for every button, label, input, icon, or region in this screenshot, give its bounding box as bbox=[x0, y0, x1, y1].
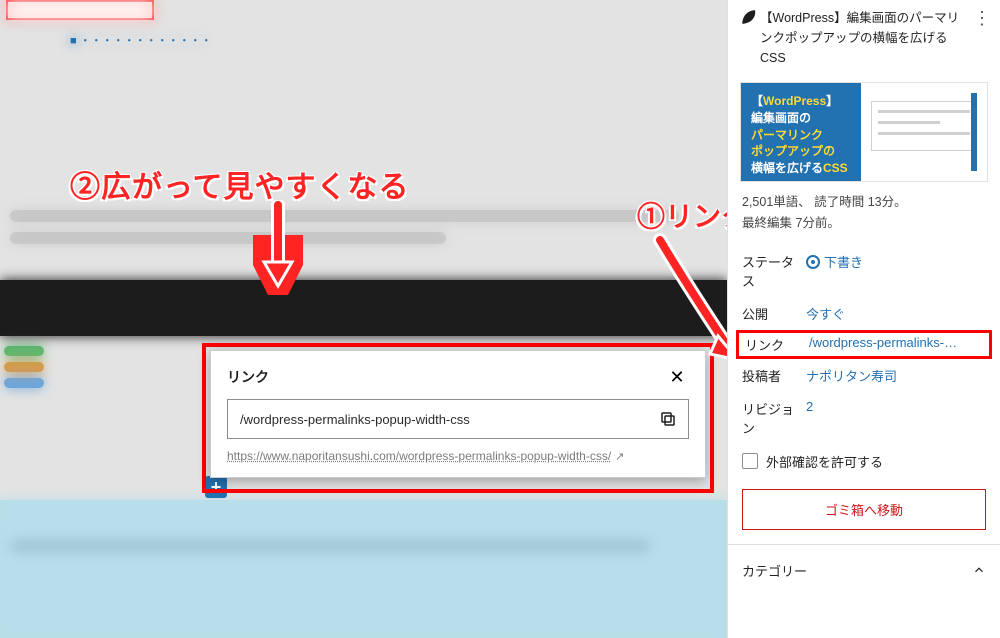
chevron-up-icon bbox=[972, 563, 986, 577]
featured-image-right bbox=[861, 83, 987, 181]
permalink-full-url[interactable]: https://www.naporitansushi.com/wordpress… bbox=[227, 449, 689, 463]
permalink-row-value[interactable]: /wordpress-permalinks-… bbox=[809, 335, 957, 350]
category-panel-toggle[interactable]: カテゴリー bbox=[728, 544, 1000, 596]
post-type-icon bbox=[738, 8, 760, 68]
status-value-text: 下書き bbox=[824, 252, 863, 271]
category-panel-label: カテゴリー bbox=[742, 561, 807, 580]
permalink-input-wrapper[interactable] bbox=[227, 399, 689, 439]
revision-value[interactable]: 2 bbox=[806, 399, 813, 414]
revision-label: リビジョン bbox=[742, 399, 806, 437]
post-title: 【WordPress】編集画面のパーマリンクポップアップの横幅を広げるCSS bbox=[760, 8, 970, 68]
annotation-arrow-2-outline bbox=[248, 200, 308, 300]
publish-value[interactable]: 今すぐ bbox=[806, 307, 845, 322]
copy-icon[interactable] bbox=[656, 407, 680, 431]
thumb-text: WordPress bbox=[763, 94, 826, 108]
status-value[interactable]: 下書き bbox=[806, 252, 863, 271]
thumb-text: 】 bbox=[826, 94, 838, 108]
permalink-popup: リンク ✕ https://www.naporitansushi.com/wor… bbox=[210, 350, 706, 478]
thumb-text: ポップアップの bbox=[751, 144, 835, 158]
external-link-icon: ↗ bbox=[615, 451, 624, 463]
annotation-label-2: ②広がって見やすくなる bbox=[70, 162, 410, 206]
thumb-text: 編集画面の bbox=[751, 111, 811, 125]
featured-image[interactable]: 【WordPress】 編集画面の パーマリンク ポップアップの 横幅を広げるC… bbox=[740, 82, 988, 182]
status-draft-icon bbox=[806, 255, 820, 269]
permalink-input[interactable] bbox=[240, 412, 656, 427]
author-value[interactable]: ナポリタン寿司 bbox=[806, 369, 897, 384]
more-options-icon[interactable]: ⋮ bbox=[970, 8, 994, 68]
permalink-full-url-link[interactable]: https://www.naporitansushi.com/wordpress… bbox=[227, 449, 611, 463]
publish-label: 公開 bbox=[742, 304, 806, 323]
meta-wordcount: 2,501単語、 読了時間 13分。 bbox=[742, 192, 986, 213]
status-label: ステータス bbox=[742, 252, 806, 290]
permalink-popup-title: リンク bbox=[227, 367, 269, 387]
settings-sidebar: 【WordPress】編集画面のパーマリンクポップアップの横幅を広げるCSS ⋮… bbox=[727, 0, 1000, 638]
author-label: 投稿者 bbox=[742, 366, 806, 385]
editor-canvas: ■ ・・・・・・・・・・・・ bbox=[0, 0, 727, 638]
thumb-text: パーマリンク bbox=[751, 128, 823, 142]
external-review-checkbox[interactable] bbox=[742, 453, 758, 469]
external-review-label: 外部確認を許可する bbox=[766, 452, 883, 471]
move-to-trash-button[interactable]: ゴミ箱へ移動 bbox=[742, 489, 986, 530]
thumb-text: CSS bbox=[823, 161, 848, 175]
meta-last-edited: 最終編集 7分前。 bbox=[742, 213, 986, 234]
thumb-text: 【 bbox=[751, 94, 763, 108]
annotation-highlight-link-row: リンク /wordpress-permalinks-… bbox=[736, 330, 992, 359]
featured-image-left: 【WordPress】 編集画面の パーマリンク ポップアップの 横幅を広げるC… bbox=[741, 83, 861, 181]
permalink-row-label: リンク bbox=[745, 335, 809, 354]
thumb-text: 横幅を広げる bbox=[751, 161, 823, 175]
